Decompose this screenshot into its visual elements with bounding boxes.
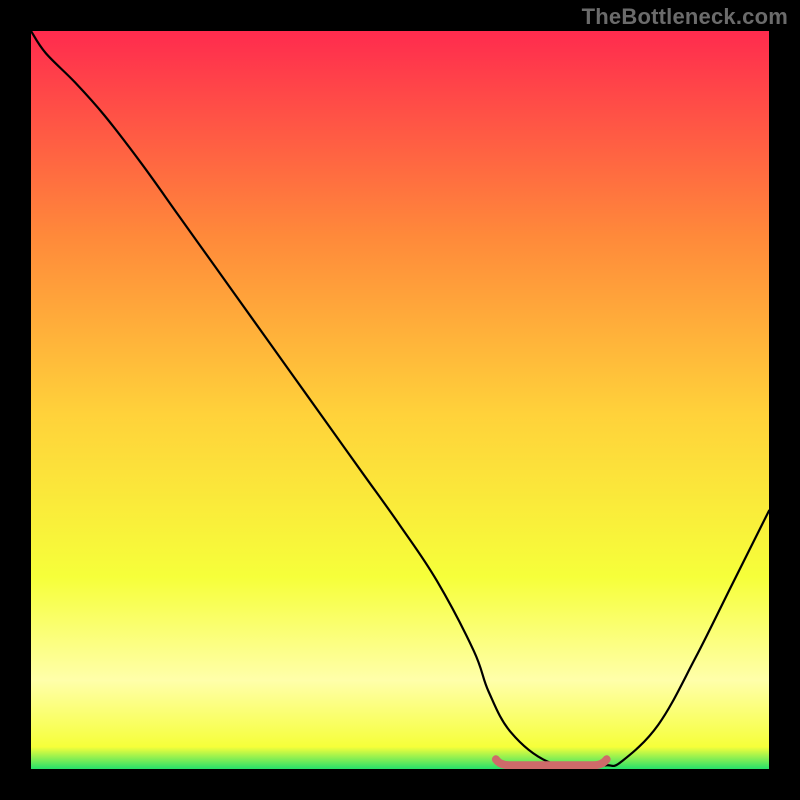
watermark-text: TheBottleneck.com [582,4,788,30]
chart-area [31,31,769,769]
gradient-background [31,31,769,769]
bottleneck-curve-chart [31,31,769,769]
